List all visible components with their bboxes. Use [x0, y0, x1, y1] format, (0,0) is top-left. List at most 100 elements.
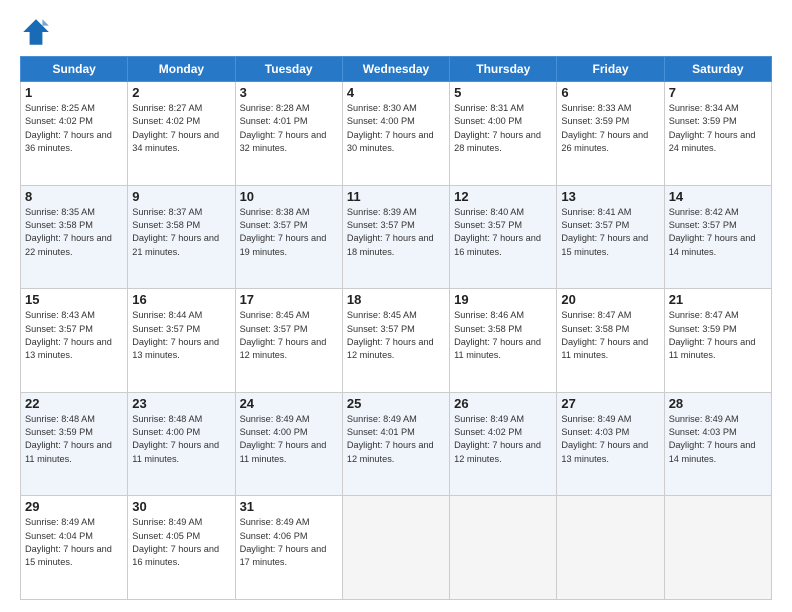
calendar-cell: 10 Sunrise: 8:38 AMSunset: 3:57 PMDayligh… [235, 185, 342, 289]
calendar-cell: 12 Sunrise: 8:40 AMSunset: 3:57 PMDayligh… [450, 185, 557, 289]
calendar-cell: 27 Sunrise: 8:49 AMSunset: 4:03 PMDayligh… [557, 392, 664, 496]
days-header-row: SundayMondayTuesdayWednesdayThursdayFrid… [21, 57, 772, 82]
sun-info: Sunrise: 8:37 AMSunset: 3:58 PMDaylight:… [132, 206, 230, 259]
calendar-table: SundayMondayTuesdayWednesdayThursdayFrid… [20, 56, 772, 600]
sun-info: Sunrise: 8:41 AMSunset: 3:57 PMDaylight:… [561, 206, 659, 259]
sun-info: Sunrise: 8:47 AMSunset: 3:58 PMDaylight:… [561, 309, 659, 362]
sun-info: Sunrise: 8:38 AMSunset: 3:57 PMDaylight:… [240, 206, 338, 259]
day-number: 10 [240, 189, 338, 204]
day-header-tuesday: Tuesday [235, 57, 342, 82]
sun-info: Sunrise: 8:42 AMSunset: 3:57 PMDaylight:… [669, 206, 767, 259]
day-header-wednesday: Wednesday [342, 57, 449, 82]
calendar-cell: 7 Sunrise: 8:34 AMSunset: 3:59 PMDaylight… [664, 82, 771, 186]
day-number: 5 [454, 85, 552, 100]
calendar-week-row: 22 Sunrise: 8:48 AMSunset: 3:59 PMDayligh… [21, 392, 772, 496]
day-number: 12 [454, 189, 552, 204]
calendar-cell: 14 Sunrise: 8:42 AMSunset: 3:57 PMDayligh… [664, 185, 771, 289]
sun-info: Sunrise: 8:34 AMSunset: 3:59 PMDaylight:… [669, 102, 767, 155]
calendar-cell: 15Sunrise: 8:43 AMSunset: 3:57 PMDayligh… [21, 289, 128, 393]
calendar-cell [557, 496, 664, 600]
day-number: 25 [347, 396, 445, 411]
sun-info: Sunrise: 8:49 AMSunset: 4:02 PMDaylight:… [454, 413, 552, 466]
sun-info: Sunrise: 8:45 AMSunset: 3:57 PMDaylight:… [347, 309, 445, 362]
calendar-cell: 8 Sunrise: 8:35 AMSunset: 3:58 PMDaylight… [21, 185, 128, 289]
calendar-cell: 2 Sunrise: 8:27 AMSunset: 4:02 PMDaylight… [128, 82, 235, 186]
logo-icon [20, 16, 52, 48]
calendar-cell: 13 Sunrise: 8:41 AMSunset: 3:57 PMDayligh… [557, 185, 664, 289]
calendar-cell [342, 496, 449, 600]
day-number: 1 [25, 85, 123, 100]
calendar-cell: 24Sunrise: 8:49 AMSunset: 4:00 PMDayligh… [235, 392, 342, 496]
day-number: 31 [240, 499, 338, 514]
sun-info: Sunrise: 8:49 AMSunset: 4:00 PMDaylight:… [240, 413, 338, 466]
day-number: 23 [132, 396, 230, 411]
day-number: 18 [347, 292, 445, 307]
day-number: 14 [669, 189, 767, 204]
day-header-thursday: Thursday [450, 57, 557, 82]
calendar-cell: 19Sunrise: 8:46 AMSunset: 3:58 PMDayligh… [450, 289, 557, 393]
sun-info: Sunrise: 8:49 AMSunset: 4:06 PMDaylight:… [240, 516, 338, 569]
day-number: 21 [669, 292, 767, 307]
calendar-cell: 17 Sunrise: 8:45 AMSunset: 3:57 PMDayligh… [235, 289, 342, 393]
sun-info: Sunrise: 8:40 AMSunset: 3:57 PMDaylight:… [454, 206, 552, 259]
day-number: 17 [240, 292, 338, 307]
sun-info: Sunrise: 8:49 AMSunset: 4:01 PMDaylight:… [347, 413, 445, 466]
sun-info: Sunrise: 8:48 AMSunset: 3:59 PMDaylight:… [25, 413, 123, 466]
sun-info: Sunrise: 8:39 AMSunset: 3:57 PMDaylight:… [347, 206, 445, 259]
day-number: 22 [25, 396, 123, 411]
page: SundayMondayTuesdayWednesdayThursdayFrid… [0, 0, 792, 612]
day-number: 13 [561, 189, 659, 204]
day-number: 28 [669, 396, 767, 411]
calendar-cell: 23 Sunrise: 8:48 AMSunset: 4:00 PMDayligh… [128, 392, 235, 496]
calendar-cell: 16Sunrise: 8:44 AMSunset: 3:57 PMDayligh… [128, 289, 235, 393]
calendar-cell: 9 Sunrise: 8:37 AMSunset: 3:58 PMDaylight… [128, 185, 235, 289]
calendar-cell: 5 Sunrise: 8:31 AMSunset: 4:00 PMDaylight… [450, 82, 557, 186]
calendar-cell: 21 Sunrise: 8:47 AMSunset: 3:59 PMDayligh… [664, 289, 771, 393]
day-number: 7 [669, 85, 767, 100]
header [20, 16, 772, 48]
sun-info: Sunrise: 8:49 AMSunset: 4:05 PMDaylight:… [132, 516, 230, 569]
day-header-sunday: Sunday [21, 57, 128, 82]
calendar-cell: 1Sunrise: 8:25 AMSunset: 4:02 PMDaylight… [21, 82, 128, 186]
calendar-cell: 22 Sunrise: 8:48 AMSunset: 3:59 PMDayligh… [21, 392, 128, 496]
day-number: 11 [347, 189, 445, 204]
day-number: 16 [132, 292, 230, 307]
calendar-cell: 20Sunrise: 8:47 AMSunset: 3:58 PMDayligh… [557, 289, 664, 393]
calendar-cell [450, 496, 557, 600]
calendar-cell: 28Sunrise: 8:49 AMSunset: 4:03 PMDayligh… [664, 392, 771, 496]
calendar-cell: 26 Sunrise: 8:49 AMSunset: 4:02 PMDayligh… [450, 392, 557, 496]
sun-info: Sunrise: 8:49 AMSunset: 4:03 PMDaylight:… [561, 413, 659, 466]
calendar-cell: 25 Sunrise: 8:49 AMSunset: 4:01 PMDayligh… [342, 392, 449, 496]
calendar-cell: 4 Sunrise: 8:30 AMSunset: 4:00 PMDaylight… [342, 82, 449, 186]
calendar-cell: 3Sunrise: 8:28 AMSunset: 4:01 PMDaylight… [235, 82, 342, 186]
day-number: 2 [132, 85, 230, 100]
day-header-friday: Friday [557, 57, 664, 82]
sun-info: Sunrise: 8:31 AMSunset: 4:00 PMDaylight:… [454, 102, 552, 155]
calendar-cell: 18 Sunrise: 8:45 AMSunset: 3:57 PMDayligh… [342, 289, 449, 393]
calendar-week-row: 1Sunrise: 8:25 AMSunset: 4:02 PMDaylight… [21, 82, 772, 186]
sun-info: Sunrise: 8:27 AMSunset: 4:02 PMDaylight:… [132, 102, 230, 155]
sun-info: Sunrise: 8:45 AMSunset: 3:57 PMDaylight:… [240, 309, 338, 362]
day-number: 26 [454, 396, 552, 411]
day-number: 15 [25, 292, 123, 307]
sun-info: Sunrise: 8:30 AMSunset: 4:00 PMDaylight:… [347, 102, 445, 155]
day-header-saturday: Saturday [664, 57, 771, 82]
day-number: 27 [561, 396, 659, 411]
day-number: 4 [347, 85, 445, 100]
sun-info: Sunrise: 8:47 AMSunset: 3:59 PMDaylight:… [669, 309, 767, 362]
calendar-cell: 11 Sunrise: 8:39 AMSunset: 3:57 PMDayligh… [342, 185, 449, 289]
day-number: 29 [25, 499, 123, 514]
sun-info: Sunrise: 8:46 AMSunset: 3:58 PMDaylight:… [454, 309, 552, 362]
calendar-week-row: 15Sunrise: 8:43 AMSunset: 3:57 PMDayligh… [21, 289, 772, 393]
sun-info: Sunrise: 8:48 AMSunset: 4:00 PMDaylight:… [132, 413, 230, 466]
calendar-cell: 29 Sunrise: 8:49 AMSunset: 4:04 PMDayligh… [21, 496, 128, 600]
sun-info: Sunrise: 8:49 AMSunset: 4:04 PMDaylight:… [25, 516, 123, 569]
calendar-week-row: 29 Sunrise: 8:49 AMSunset: 4:04 PMDayligh… [21, 496, 772, 600]
sun-info: Sunrise: 8:28 AMSunset: 4:01 PMDaylight:… [240, 102, 338, 155]
calendar-cell: 6Sunrise: 8:33 AMSunset: 3:59 PMDaylight… [557, 82, 664, 186]
day-number: 8 [25, 189, 123, 204]
day-number: 9 [132, 189, 230, 204]
calendar-cell: 30Sunrise: 8:49 AMSunset: 4:05 PMDayligh… [128, 496, 235, 600]
day-header-monday: Monday [128, 57, 235, 82]
sun-info: Sunrise: 8:35 AMSunset: 3:58 PMDaylight:… [25, 206, 123, 259]
